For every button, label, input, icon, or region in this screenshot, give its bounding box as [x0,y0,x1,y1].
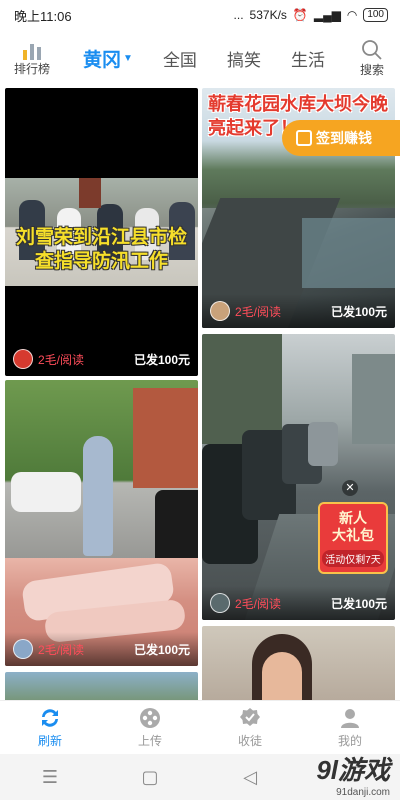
bottom-nav-refresh[interactable]: 刷新 [10,706,90,749]
paid-amount: 已发100元 [133,642,190,657]
rank-button[interactable]: 排行榜 [0,40,64,77]
bottom-nav-mine[interactable]: 我的 [310,706,390,749]
tab-national[interactable]: 全国 [163,46,197,71]
tab-funny[interactable]: 搞笑 [227,46,261,71]
rank-label: 排行榜 [13,61,50,76]
price-per-read: 2毛/阅读 [38,642,85,657]
feed-card[interactable]: 刘雪荣到沿江县市检查指导防汛工作 2毛/阅读 已发100元 [5,88,198,376]
avatar [210,593,230,613]
card-thumbnail [5,380,198,666]
calendar-icon [296,130,312,146]
wifi-icon: ◠ [346,8,358,22]
bottom-nav-label: 收徒 [237,734,262,748]
network-speed: 537K/s [249,8,287,22]
avatar [13,639,33,659]
paid-amount: 已发100元 [330,304,387,319]
tab-label: 黄冈 [83,49,122,71]
tab-huanggang[interactable]: 黄冈 ▼ [83,45,133,72]
alarm-icon: ⏰ [292,8,308,22]
close-icon[interactable]: ✕ [342,480,358,496]
gift-title-line1: 新人 [339,510,367,526]
status-bar: 晚上11:06 ... 537K/s ⏰ ▂▄▆ ◠ 100 [0,0,400,30]
caret-down-icon: ▼ [123,52,133,64]
watermark-logo: 9l游戏 [316,755,390,785]
bottom-nav: 刷新 上传 收徒 我的 [0,700,400,754]
tab-life[interactable]: 生活 [291,46,325,71]
price-per-read: 2毛/阅读 [38,352,85,367]
price-per-read: 2毛/阅读 [235,304,282,319]
gift-countdown: 活动仅剩7天 [322,550,384,567]
feed-grid: 刘雪荣到沿江县市检查指导防汛工作 2毛/阅读 已发100元 蕲春花园水库大坝今晚… [0,88,400,700]
battery-icon: 100 [363,8,388,22]
avatar [13,349,33,369]
gift-bag[interactable]: 新人 大礼包 活动仅剩7天 [318,502,388,574]
paid-amount: 已发100元 [133,352,190,367]
card-meta: 2毛/阅读 已发100元 [5,632,198,666]
menu-icon[interactable]: ☰ [0,767,100,788]
card-meta: 2毛/阅读 已发100元 [202,586,395,620]
search-icon [362,39,382,60]
feed-card[interactable] [5,672,198,700]
bottom-nav-apprentice[interactable]: 收徒 [210,706,290,749]
card-meta: 2毛/阅读 已发100元 [5,342,198,376]
bottom-nav-upload[interactable]: 上传 [110,706,190,749]
search-label: 搜索 [359,62,384,77]
home-icon[interactable]: ▢ [100,767,200,788]
avatar [210,301,230,321]
signin-label: 签到赚钱 [316,130,372,146]
bottom-nav-label: 刷新 [37,734,62,748]
price-per-read: 2毛/阅读 [235,596,282,611]
bar-chart-icon [23,43,41,60]
category-tabs: 黄冈 ▼ 全国 搞笑 生活 [64,45,344,72]
film-reel-icon [138,706,162,730]
signal-icon: ▂▄▆ [313,8,341,22]
paid-amount: 已发100元 [330,596,387,611]
card-meta: 2毛/阅读 已发100元 [202,294,395,328]
signin-earn-button[interactable]: 签到赚钱 [282,120,400,156]
watermark-url: 91danji.com [336,787,390,798]
newbie-gift-popup[interactable]: ✕ 新人 大礼包 活动仅剩7天 [318,480,388,580]
badge-check-icon [238,706,262,730]
top-nav: 排行榜 黄冈 ▼ 全国 搞笑 生活 搜索 [0,30,400,86]
card-title: 刘雪荣到沿江县市检查指导防汛工作 [15,227,187,272]
status-time: 晚上11:06 [14,8,72,24]
search-button[interactable]: 搜索 [344,39,400,78]
user-icon [338,706,362,730]
status-indicators: ... 537K/s ⏰ ▂▄▆ ◠ 100 [234,8,388,22]
refresh-icon [38,706,62,730]
bottom-nav-label: 上传 [137,734,162,748]
bottom-nav-label: 我的 [337,734,362,748]
feed-card[interactable]: 2毛/阅读 已发100元 [5,380,198,666]
status-dots: ... [233,8,244,22]
watermark: 9l游戏 91danji.com [240,750,390,798]
feed-card[interactable] [202,626,395,700]
gift-title-line2: 大礼包 [332,527,374,543]
